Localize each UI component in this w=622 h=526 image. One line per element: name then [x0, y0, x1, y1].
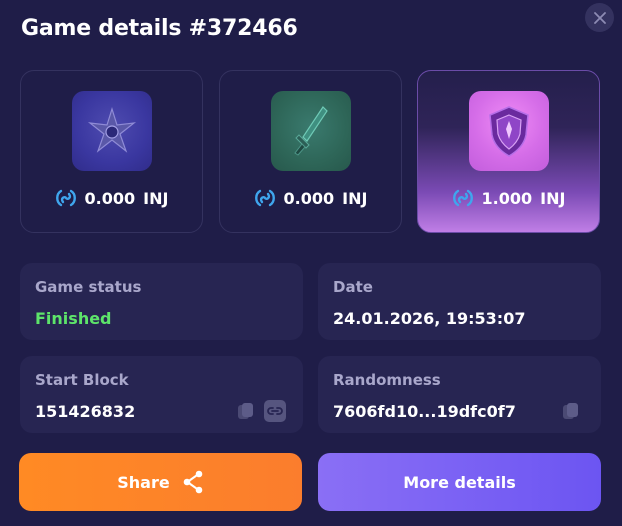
amount-unit: INJ — [143, 188, 169, 208]
start-block-box: Start Block 151426832 — [20, 356, 303, 433]
injective-icon — [254, 189, 275, 207]
link-icon — [264, 400, 286, 422]
share-button-label: Share — [117, 472, 170, 492]
page-title: Game details #372466 — [21, 16, 298, 41]
more-details-button-label: More details — [403, 472, 516, 492]
choice-card-sword[interactable]: 0.000 INJ — [219, 70, 402, 233]
start-block-label: Start Block — [35, 371, 129, 389]
game-status-value: Finished — [35, 309, 112, 328]
amount-unit: INJ — [540, 188, 566, 208]
card-amount: 1.000 INJ — [452, 187, 566, 209]
amount-value: 0.000 — [84, 188, 136, 208]
injective-icon — [55, 189, 76, 207]
randomness-value: 7606fd10...19dfc0f7 — [333, 402, 516, 421]
share-button[interactable]: Share — [19, 453, 302, 511]
amount-value: 1.000 — [481, 188, 533, 208]
injective-icon — [452, 189, 473, 207]
link-start-block-button[interactable] — [264, 400, 286, 422]
choice-card-shield[interactable]: 1.000 INJ — [417, 70, 600, 233]
randomness-label: Randomness — [333, 371, 441, 389]
close-icon — [593, 11, 606, 24]
copy-icon — [238, 403, 253, 419]
amount-unit: INJ — [342, 188, 368, 208]
share-icon — [183, 470, 203, 494]
date-value: 24.01.2026, 19:53:07 — [333, 309, 526, 328]
choice-card-shuriken[interactable]: 0.000 INJ — [20, 70, 203, 233]
game-status-label: Game status — [35, 278, 142, 296]
date-box: Date 24.01.2026, 19:53:07 — [318, 263, 601, 340]
amount-value: 0.000 — [283, 188, 335, 208]
shuriken-icon — [71, 91, 152, 171]
shield-icon — [468, 91, 549, 171]
close-button[interactable] — [585, 3, 614, 32]
copy-start-block-button[interactable] — [235, 400, 257, 422]
game-status-box: Game status Finished — [20, 263, 303, 340]
sword-icon — [270, 91, 351, 171]
date-label: Date — [333, 278, 373, 296]
card-amount: 0.000 INJ — [254, 187, 368, 209]
card-amount: 0.000 INJ — [55, 187, 169, 209]
randomness-box: Randomness 7606fd10...19dfc0f7 — [318, 356, 601, 433]
copy-randomness-button[interactable] — [560, 400, 582, 422]
start-block-value: 151426832 — [35, 402, 136, 421]
more-details-button[interactable]: More details — [318, 453, 601, 511]
copy-icon — [563, 403, 578, 419]
